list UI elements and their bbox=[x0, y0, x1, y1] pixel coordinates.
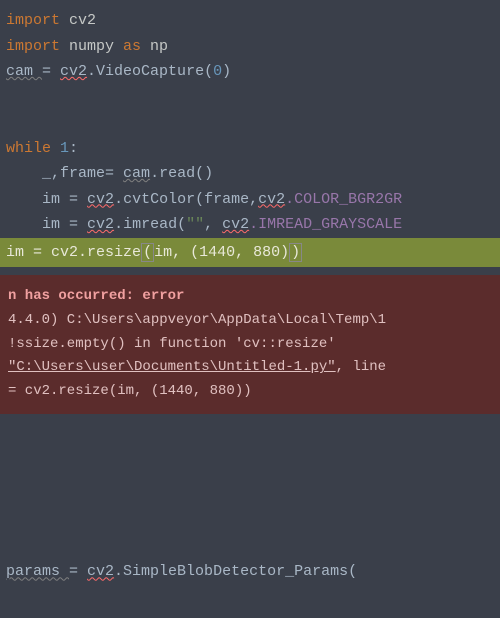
call-imread: .imread( bbox=[114, 216, 186, 233]
empty-string: "" bbox=[186, 216, 204, 233]
colon: : bbox=[69, 140, 78, 157]
ref-cv2-b: cv2 bbox=[258, 191, 285, 208]
code-line-while[interactable]: while 1: bbox=[0, 136, 500, 162]
lhs-frame: _,frame bbox=[42, 165, 105, 182]
blank-line bbox=[0, 85, 500, 111]
ref-cam: cam bbox=[123, 165, 150, 182]
keyword-import: import bbox=[6, 12, 60, 29]
error-line-4: = cv2.resize(im, (1440, 880)) bbox=[8, 380, 492, 404]
code-line-imread[interactable]: im = cv2.imread("", cv2.IMREAD_GRAYSCALE bbox=[0, 212, 500, 238]
indent bbox=[6, 216, 42, 233]
error-panel[interactable]: n has occurred: error 4.4.0) C:\Users\ap… bbox=[0, 275, 500, 414]
arg-1440: 1440 bbox=[199, 244, 235, 261]
lhs-im: im bbox=[6, 244, 33, 261]
code-line-resize-highlighted[interactable]: im = cv2.resize(im, (1440, 880)) bbox=[0, 238, 500, 268]
error-line-1: 4.4.0) C:\Users\appveyor\AppData\Local\T… bbox=[8, 309, 492, 333]
comma: , bbox=[235, 244, 253, 261]
ref-cv2: cv2 bbox=[51, 244, 78, 261]
equals: = bbox=[42, 63, 60, 80]
module-cv2: cv2 bbox=[60, 12, 96, 29]
args: im, ( bbox=[154, 244, 199, 261]
module-numpy: numpy bbox=[60, 38, 123, 55]
call-resize: .resize bbox=[78, 244, 141, 261]
error-header: n has occurred: error bbox=[8, 285, 492, 309]
const-bgr2gray: .COLOR_BGR2GR bbox=[285, 191, 402, 208]
equals: = bbox=[69, 563, 87, 580]
indent bbox=[6, 165, 42, 182]
lhs-im: im bbox=[42, 216, 69, 233]
close-paren: ) bbox=[222, 63, 231, 80]
code-line-params[interactable]: params = cv2.SimpleBlobDetector_Params( bbox=[6, 559, 494, 585]
close-paren-box: ) bbox=[289, 243, 302, 262]
const-grayscale: .IMREAD_GRAYSCALE bbox=[249, 216, 402, 233]
code-line-1[interactable]: import cv2 bbox=[0, 8, 500, 34]
comma: , bbox=[204, 216, 222, 233]
code-line-read[interactable]: _,frame= cam.read() bbox=[0, 161, 500, 187]
equals: = bbox=[69, 191, 87, 208]
close-paren: ) bbox=[280, 244, 289, 261]
var-params: params bbox=[6, 563, 69, 580]
ref-cv2: cv2 bbox=[60, 63, 87, 80]
equals: = bbox=[69, 216, 87, 233]
error-line-2: !ssize.empty() in function 'cv::resize' bbox=[8, 333, 492, 357]
code-line-3[interactable]: cam = cv2.VideoCapture(0) bbox=[0, 59, 500, 85]
arg-zero: 0 bbox=[213, 63, 222, 80]
call-cvtcolor: .cvtColor(frame, bbox=[114, 191, 258, 208]
var-cam: cam bbox=[6, 63, 42, 80]
lhs-im: im bbox=[42, 191, 69, 208]
keyword-as: as bbox=[123, 38, 141, 55]
call-read: .read() bbox=[150, 165, 213, 182]
equals: = bbox=[33, 244, 51, 261]
call-videocapture: .VideoCapture( bbox=[87, 63, 213, 80]
ref-cv2: cv2 bbox=[87, 191, 114, 208]
call-blobdetector: .SimpleBlobDetector_Params( bbox=[114, 563, 357, 580]
equals: = bbox=[105, 165, 123, 182]
cond-one: 1 bbox=[60, 140, 69, 157]
code-editor[interactable]: import cv2 import numpy as np cam = cv2.… bbox=[0, 0, 500, 275]
blank-line bbox=[6, 483, 494, 509]
error-file-link[interactable]: "C:\Users\user\Documents\Untitled-1.py" bbox=[8, 359, 336, 375]
error-line-3: "C:\Users\user\Documents\Untitled-1.py",… bbox=[8, 356, 492, 380]
indent bbox=[6, 191, 42, 208]
ref-cv2: cv2 bbox=[87, 563, 114, 580]
alias-np: np bbox=[141, 38, 168, 55]
code-below-error[interactable]: params = cv2.SimpleBlobDetector_Params( bbox=[0, 414, 500, 618]
error-line-suffix: , line bbox=[336, 359, 386, 375]
blank-line bbox=[0, 110, 500, 136]
ref-cv2-b: cv2 bbox=[222, 216, 249, 233]
code-line-cvtcolor[interactable]: im = cv2.cvtColor(frame,cv2.COLOR_BGR2GR bbox=[0, 187, 500, 213]
keyword-while: while bbox=[6, 140, 60, 157]
arg-880: 880 bbox=[253, 244, 280, 261]
ref-cv2: cv2 bbox=[87, 216, 114, 233]
code-line-2[interactable]: import numpy as np bbox=[0, 34, 500, 60]
keyword-import: import bbox=[6, 38, 60, 55]
open-paren-box: ( bbox=[141, 243, 154, 262]
